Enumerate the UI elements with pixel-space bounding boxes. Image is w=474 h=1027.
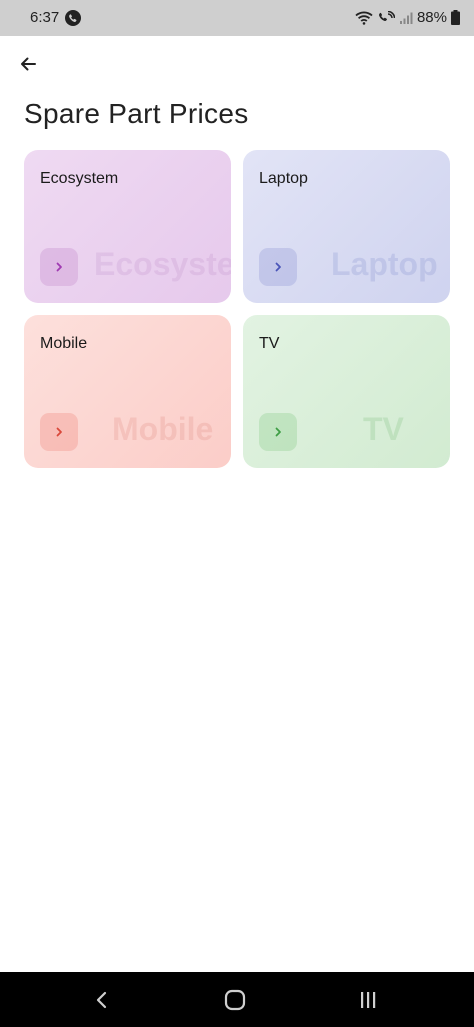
arrow-left-icon [21,57,36,71]
status-time: 6:37 [30,9,60,26]
recent-apps-icon [361,992,376,1008]
chevron-right-icon [275,262,281,272]
open-laptop-button[interactable] [259,248,297,286]
card-watermark: TV [363,411,404,447]
battery-percent: 88% [416,9,447,26]
category-grid: Ecosystem Ecosystem Laptop Laptop Mobile… [24,150,451,468]
page-title: Spare Part Prices [24,98,249,129]
open-mobile-button[interactable] [40,413,78,451]
category-card-laptop[interactable]: Laptop Laptop [243,150,450,303]
nav-home-button[interactable] [215,986,255,1014]
back-button[interactable] [12,48,44,80]
status-bar: 6:37 88% [0,0,474,36]
nav-bar [0,972,474,1027]
card-watermark: Laptop [331,246,438,282]
open-tv-button[interactable] [259,413,297,451]
signal-icon [399,11,413,25]
open-ecosystem-button[interactable] [40,248,78,286]
category-card-tv[interactable]: TV TV [243,315,450,468]
nav-back-button[interactable] [82,986,122,1014]
chevron-right-icon [275,427,281,437]
wifi-calling-icon [377,10,395,25]
card-label: Laptop [259,170,308,187]
back-nav-icon [96,991,107,1009]
card-label: Ecosystem [40,170,119,187]
chevron-right-icon [56,262,62,272]
card-watermark: Mobile [112,411,214,447]
card-label: TV [259,335,280,352]
card-watermark: Ecosystem [94,246,231,282]
battery-icon [451,10,460,25]
home-nav-icon [224,989,246,1011]
card-label: Mobile [40,335,88,352]
nav-recent-button[interactable] [348,986,388,1014]
status-right: 88% [355,9,460,26]
category-card-ecosystem[interactable]: Ecosystem Ecosystem [24,150,231,303]
status-left: 6:37 [30,9,82,26]
screen: 6:37 88% Spare Part Prices Ecosyste Ecos… [0,0,474,1027]
phone-call-icon [65,9,82,26]
chevron-right-icon [56,427,62,437]
wifi-icon [355,11,373,25]
category-card-mobile[interactable]: Mobile Mobile [24,315,231,468]
